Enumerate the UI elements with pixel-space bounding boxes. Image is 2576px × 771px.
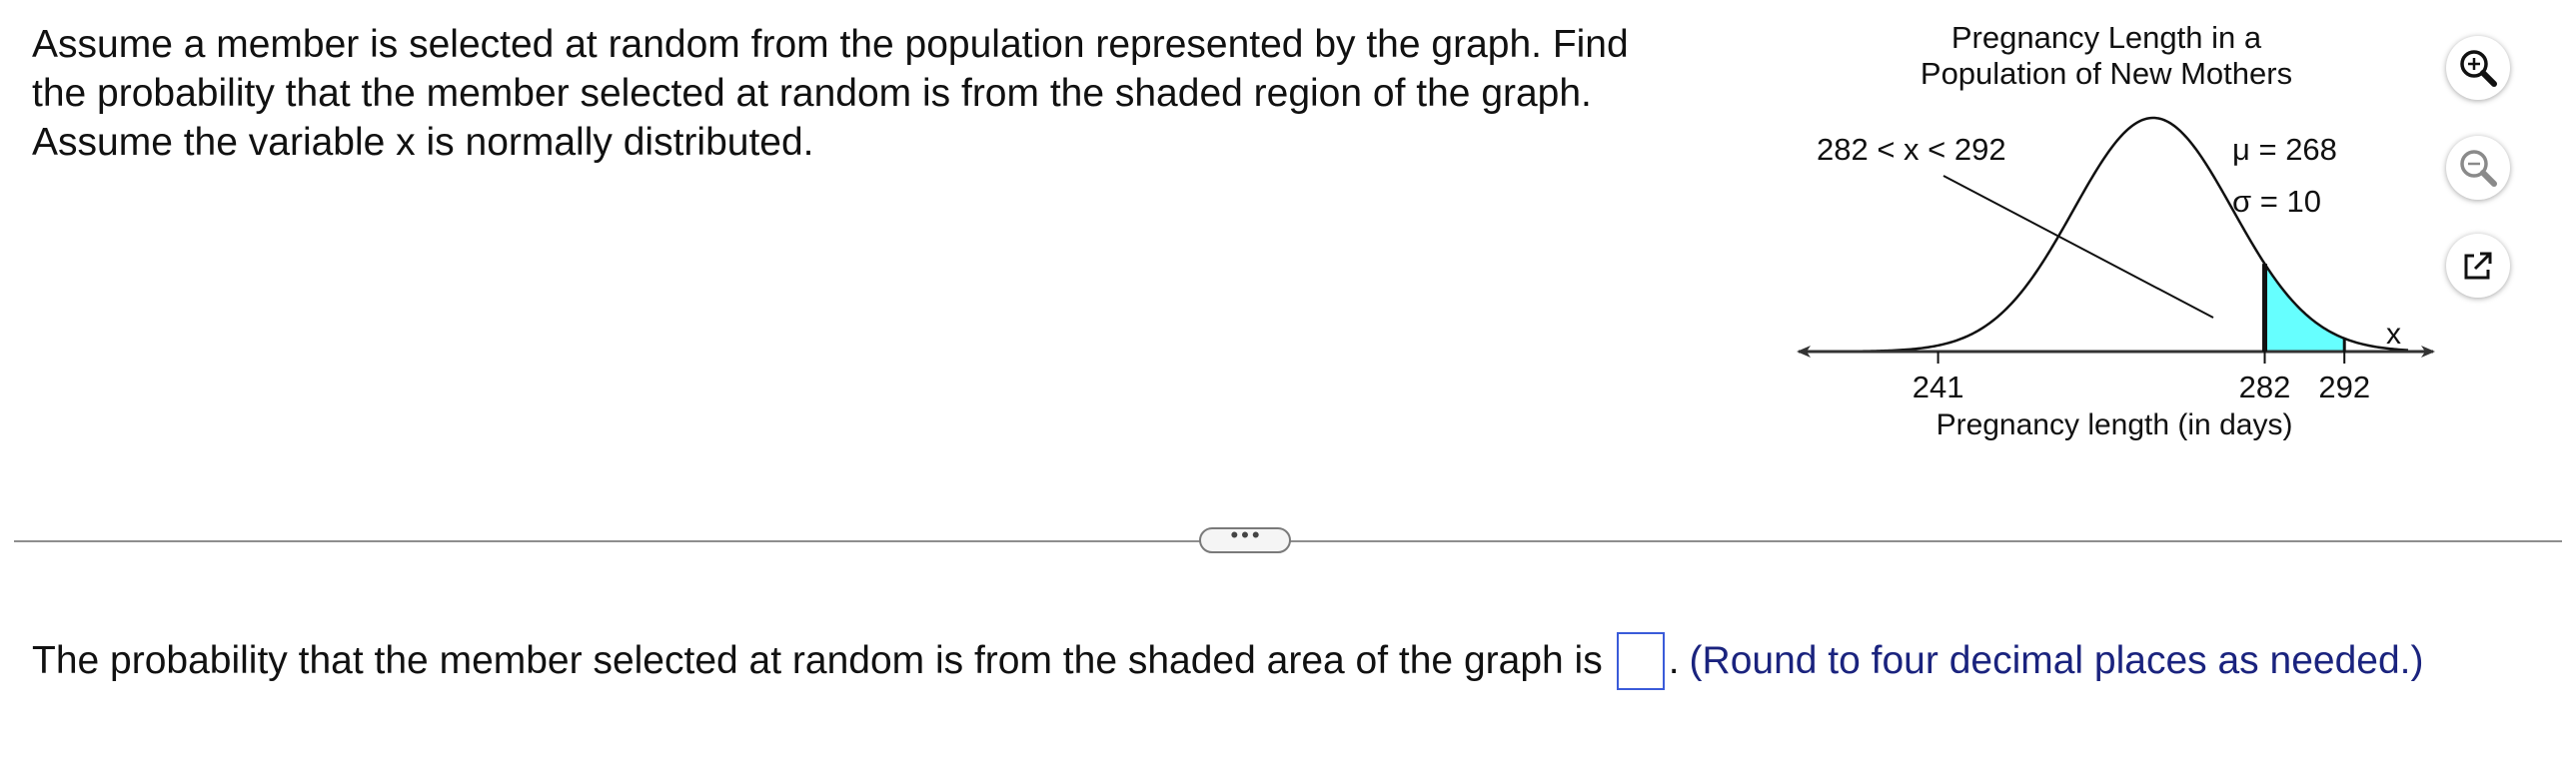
shaded-region (2264, 264, 2345, 352)
rounding-hint: (Round to four decimal places as needed.… (1689, 639, 2424, 682)
normal-distribution-figure: Pregnancy Length in a Population of New … (1789, 10, 2468, 449)
more-dots-icon: ••• (1230, 522, 1263, 547)
answer-line: The probability that the member selected… (32, 631, 2423, 691)
figure-title-line-2: Population of New Mothers (1921, 56, 2292, 91)
popout-button[interactable] (2446, 234, 2510, 298)
question-line-1: Assume a member is selected at random fr… (32, 23, 1629, 66)
x-axis-label: Pregnancy length (in days) (1936, 408, 2293, 441)
figure-toolbar (2438, 24, 2518, 304)
zoom-in-button[interactable] (2446, 36, 2510, 100)
tick-label-241: 241 (1913, 370, 1964, 404)
zoom-out-icon (2460, 150, 2497, 187)
range-pointer-line (1942, 175, 2214, 319)
tick-label-292: 292 (2318, 370, 2370, 404)
tick-label-282: 282 (2239, 370, 2291, 404)
expand-more-button[interactable]: ••• (1199, 522, 1291, 553)
answer-suffix: . (1668, 639, 1680, 682)
sigma-label: σ = 10 (2232, 184, 2321, 219)
answer-prefix: The probability that the member selected… (32, 639, 1603, 682)
question-text: Assume a member is selected at random fr… (32, 20, 1711, 167)
normal-curve-graph: Pregnancy Length in a Population of New … (1797, 20, 2435, 441)
question-line-3: Assume the variable x is normally distri… (32, 121, 814, 164)
zoom-out-button[interactable] (2446, 136, 2510, 200)
zoom-in-icon (2460, 50, 2497, 87)
answer-input[interactable] (1616, 632, 1665, 690)
axis-variable-label: x (2386, 318, 2401, 351)
range-label: 282 < x < 292 (1817, 132, 2006, 167)
question-line-2: the probability that the member selected… (32, 72, 1592, 115)
popout-icon (2464, 252, 2492, 280)
mu-label: μ = 268 (2232, 132, 2337, 167)
figure-title-line-1: Pregnancy Length in a (1951, 20, 2262, 55)
